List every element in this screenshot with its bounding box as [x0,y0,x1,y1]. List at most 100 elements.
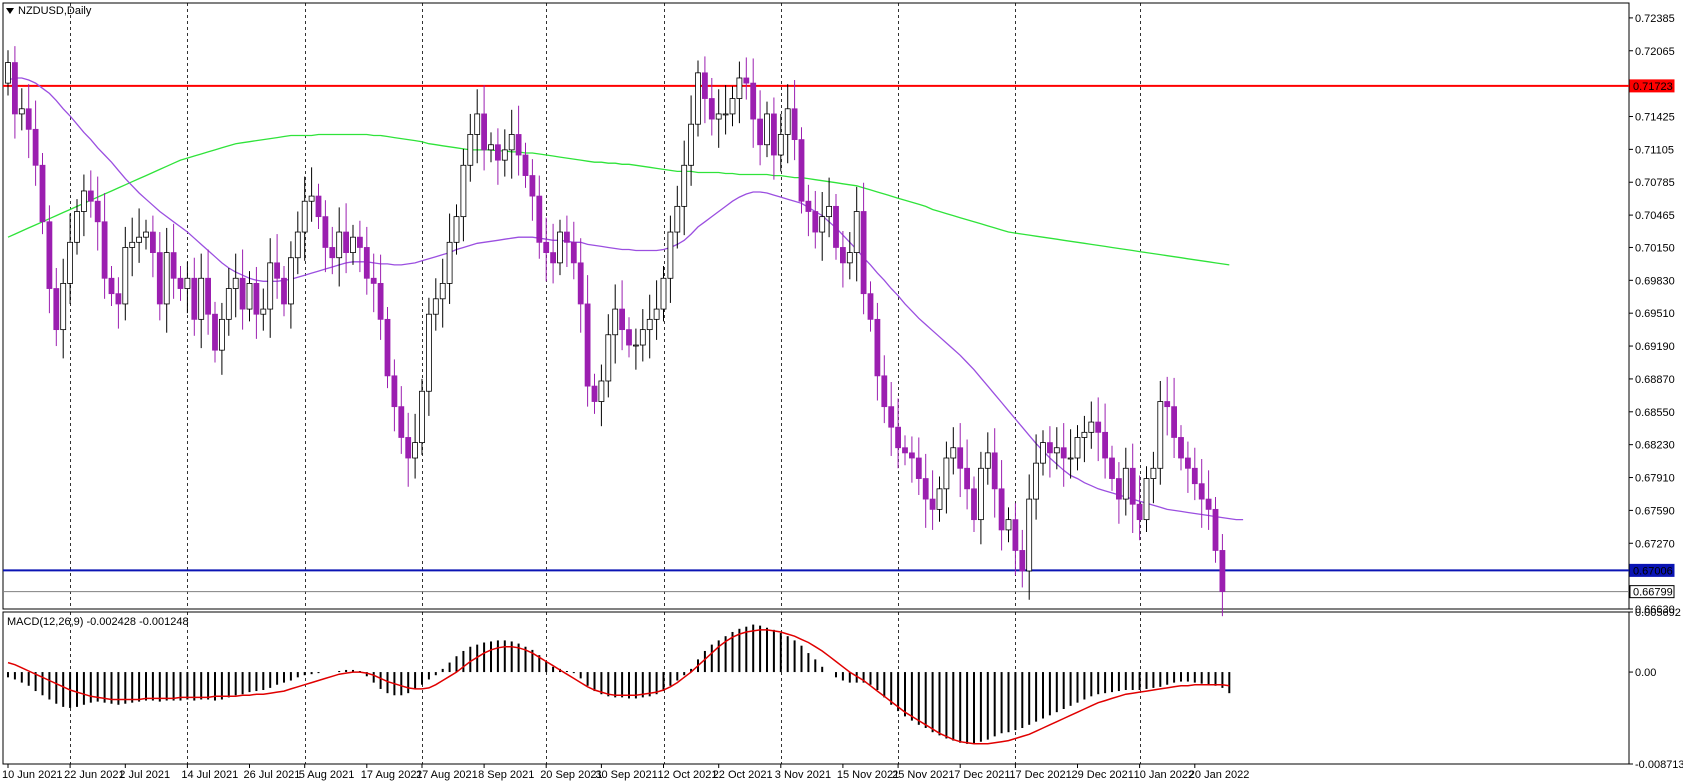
candle-body [205,277,212,315]
candle-body [840,247,846,264]
candle-body [1019,550,1026,572]
candle-body [5,62,11,84]
candle-body [708,98,715,120]
candle-body [736,77,743,99]
candle-body [591,385,598,402]
candle-body [11,62,18,115]
price-axis[interactable]: 0.72385 0.72065 0.71723 0.71425 0.71105 0.707… [1629,13,1675,616]
candle-body [902,447,908,454]
candle-body [488,144,494,151]
candle-body [605,334,612,382]
candle-body [136,236,143,243]
candle-body [888,406,895,428]
candle-body [315,195,322,218]
candle-body [432,298,439,315]
candle-body [246,283,253,310]
candle-body [184,277,191,289]
candle-body [1033,462,1039,500]
candle-body [1185,457,1191,469]
candle-body [1102,431,1108,459]
candle-body [619,308,625,331]
candle-body [1157,401,1164,469]
macd-axis[interactable]: 0.005692 0.00 -0.008713 [1629,607,1683,771]
candle-body [557,231,563,264]
candle-body [356,236,363,248]
candle-body [1122,467,1129,500]
candle-body [494,144,501,161]
candle-body [874,318,881,377]
price-tick-label: 0.67590 [1635,505,1675,517]
candle-body [743,77,750,84]
chart-canvas[interactable]: 0.72385 0.72065 0.71723 0.71425 0.71105 0.707… [0,0,1683,781]
candle-body [784,108,791,135]
candle-body [1060,447,1067,459]
candle-body [267,262,274,310]
time-axis[interactable]: 10 Jun 2021 22 Jun 20212 Jul 2021 14 Jul 2… [2,764,1249,781]
candle-body [798,139,805,202]
candle-body [570,241,577,264]
candle-body [1150,467,1157,479]
candle-body [1095,421,1102,433]
candle-body [826,205,832,218]
price-label: 0.71723 [1633,81,1673,93]
candle-body [191,277,198,320]
candle-body [218,318,225,351]
candle-body [909,452,915,459]
macd-tick-label: 0.005692 [1635,607,1681,619]
candle-body [998,488,1005,531]
candle-body [853,211,860,253]
candle-body [860,211,867,295]
candle-body [170,252,177,279]
candle-body [1116,478,1122,500]
candle-body [633,344,639,347]
time-tick-label: 7 Dec 2021 [954,769,1010,781]
candle-body [101,221,108,279]
candle-body [1136,503,1143,521]
candle-body [653,308,660,320]
candle-body [350,236,356,253]
candle-body [1164,401,1171,408]
candle-body [819,216,826,233]
candle-body [1074,437,1081,459]
macd-pane[interactable] [2,611,1630,765]
price-tick-label: 0.68550 [1635,407,1675,419]
candle-body [984,452,991,469]
candle-body [667,231,674,279]
time-tick-label: 20 Sep 2021 [540,769,602,781]
price-tick-label: 0.70465 [1635,210,1675,222]
macd-tick-label: 0.00 [1635,667,1656,679]
candle-body [702,72,708,99]
time-tick-label: 20 Jan 2022 [1189,769,1250,781]
time-tick-label: 26 Jul 2021 [244,769,301,781]
candle-body [274,262,281,279]
candle-body [18,108,25,115]
time-tick-label: 5 Aug 2021 [299,769,355,781]
price-label: 0.67006 [1633,565,1673,577]
price-tick-label: 0.67270 [1635,538,1675,550]
candle-body [577,262,584,305]
candle-body [1129,467,1136,505]
candle-body [1053,447,1060,454]
candle-body [1198,483,1205,500]
candle-body [115,293,122,305]
candle-body [777,134,784,156]
candle-body [343,231,350,253]
candle-body [481,113,488,151]
candle-body [757,118,763,146]
time-tick-label: 12 Oct 2021 [658,769,718,781]
candle-body [1026,498,1033,572]
candle-body [660,277,667,310]
time-tick-label: 8 Sep 2021 [478,769,534,781]
candle-body [750,82,757,120]
candle-body [867,293,874,320]
candle-body [764,113,770,146]
candle-body [370,277,377,284]
candle-body [964,467,970,490]
candle-body [722,113,729,116]
candle-body [377,283,384,320]
candle-body [715,113,722,120]
candle-body [329,247,336,259]
candle-body [308,195,315,202]
candle-body [922,478,929,500]
candle-body [239,277,246,310]
